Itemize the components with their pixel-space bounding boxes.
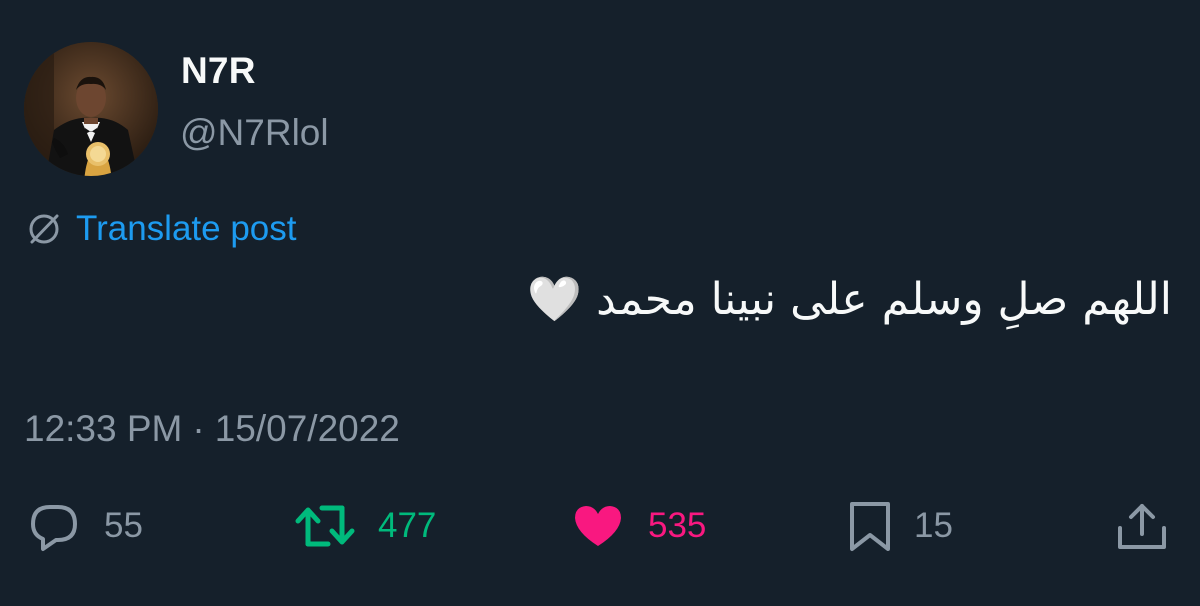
like-count: 535 (648, 506, 707, 545)
action-bar: 55 477 535 15 (0, 496, 1200, 556)
heart-filled-icon (575, 506, 621, 546)
retweet-icon (295, 505, 355, 547)
retweet-count: 477 (378, 506, 437, 545)
bookmark-count: 15 (914, 506, 953, 545)
reply-count: 55 (104, 506, 143, 545)
bookmark-icon (850, 502, 890, 551)
post-timestamp[interactable]: 12:33 PM · 15/07/2022 (24, 408, 400, 450)
translate-post-row[interactable]: Translate post (24, 206, 296, 252)
bookmark-button[interactable]: 15 (848, 496, 953, 556)
share-button[interactable] (1114, 496, 1170, 556)
post-time[interactable]: 12:33 PM (24, 408, 182, 450)
reply-bubble-icon (31, 505, 77, 551)
translate-post-link[interactable]: Translate post (76, 209, 296, 249)
avatar[interactable] (24, 42, 158, 176)
timestamp-separator: · (192, 408, 205, 449)
reply-button[interactable]: 55 (26, 496, 143, 556)
share-upload-icon (1118, 504, 1166, 549)
translate-globe-icon (29, 214, 59, 244)
author-display-name[interactable]: N7R (181, 50, 256, 92)
like-button[interactable]: 535 (570, 496, 706, 556)
post-date[interactable]: 15/07/2022 (215, 408, 400, 450)
retweet-button[interactable]: 477 (294, 496, 436, 556)
author-handle[interactable]: @N7Rlol (180, 112, 329, 154)
post-text: اللهم صلِ وسلم على نبينا محمد 🤍 (527, 274, 1172, 325)
avatar-photo (24, 42, 158, 176)
